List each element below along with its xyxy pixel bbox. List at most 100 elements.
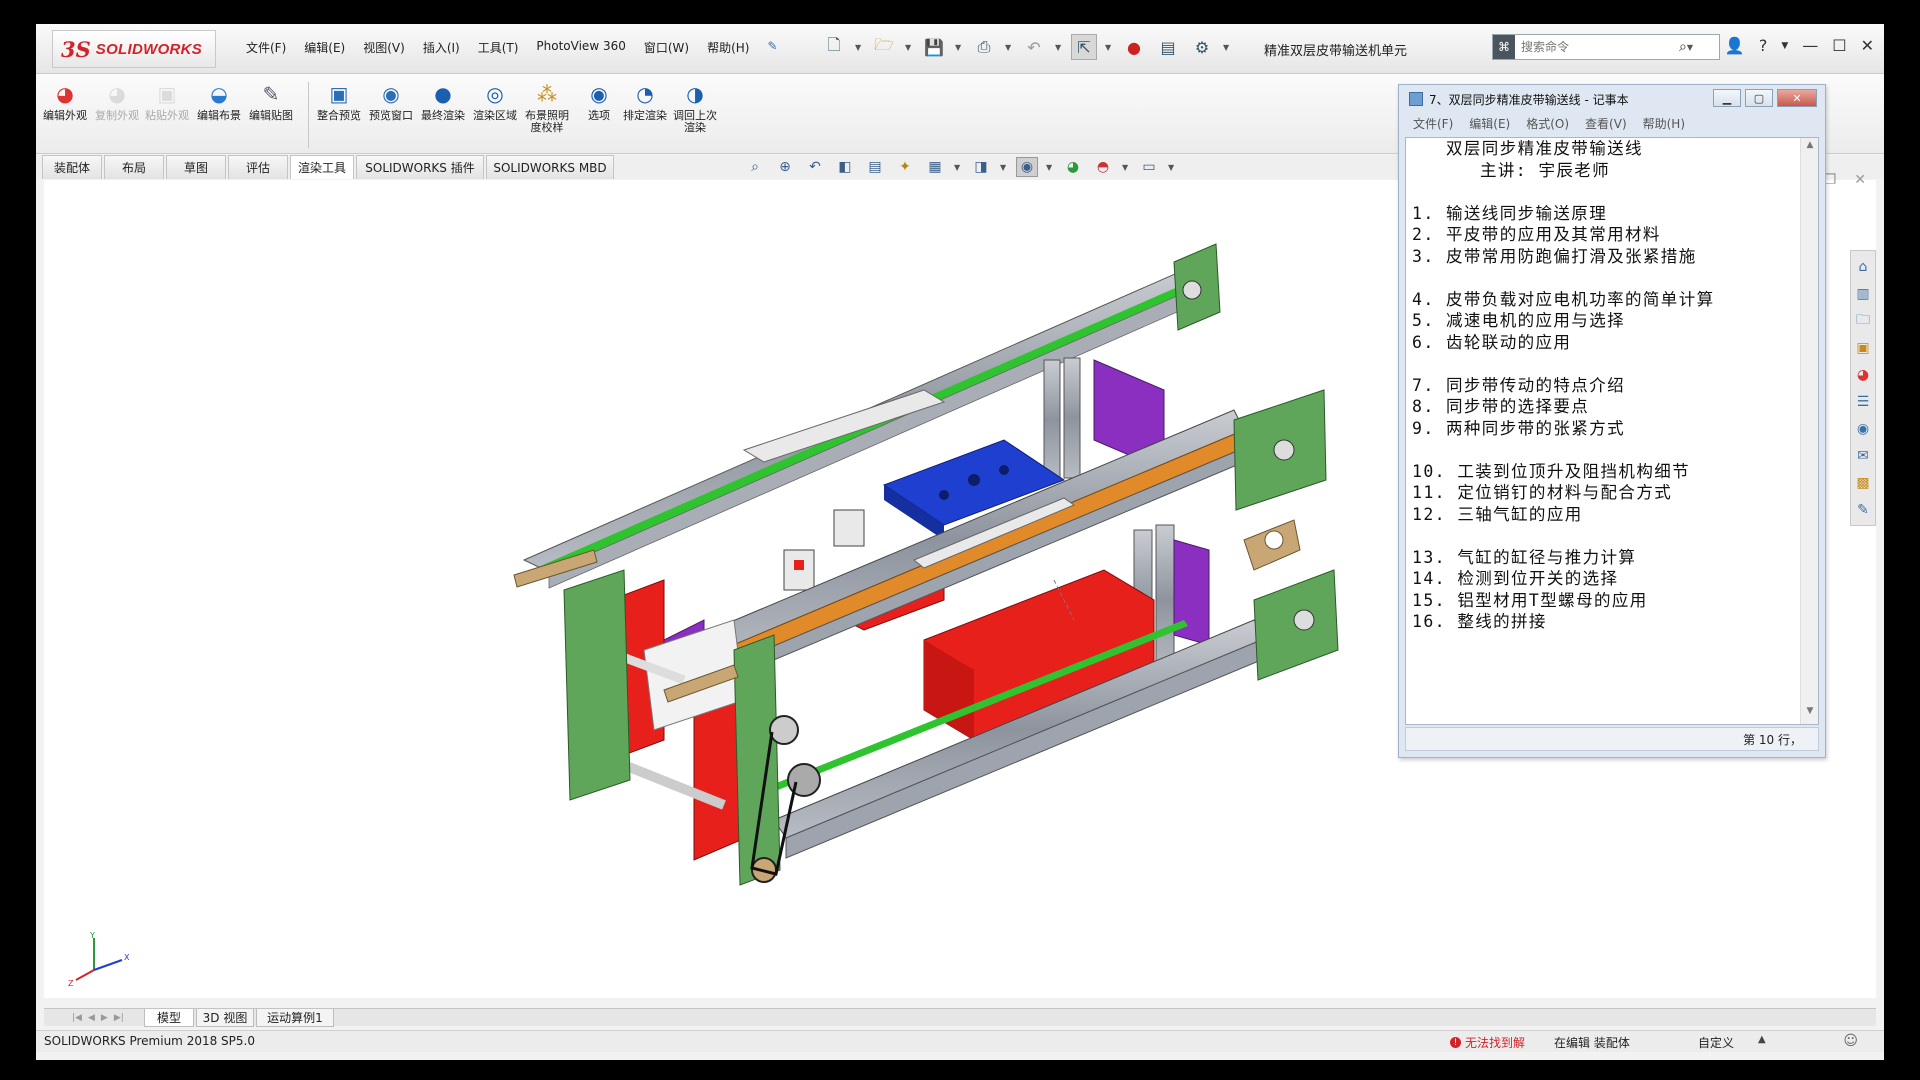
dynamic-annotation-icon[interactable]: ▤ <box>864 157 886 177</box>
close-icon[interactable]: ✕ <box>1861 36 1874 55</box>
notepad-menu-format[interactable]: 格式(O) <box>1526 115 1569 132</box>
dropdown-arrow-icon[interactable]: ▼ <box>954 163 962 172</box>
notepad-minimize-icon[interactable]: ▁ <box>1713 89 1741 107</box>
pin-icon[interactable]: ✎ <box>767 39 777 56</box>
first-tab-icon[interactable]: |◀ <box>72 1013 82 1023</box>
units-dropdown-icon[interactable]: ▲ <box>1758 1034 1766 1045</box>
open-folder-icon[interactable]: 🗁 <box>871 34 897 60</box>
preview-window-button[interactable]: ◉ 预览窗口 <box>368 80 414 122</box>
integrated-preview-button[interactable]: ▣ 整合预览 <box>316 80 362 122</box>
view-orientation-icon[interactable]: ✦ <box>894 157 916 177</box>
dropdown-arrow-icon[interactable]: ▼ <box>1223 43 1231 52</box>
undo-icon[interactable]: ↶ <box>1021 34 1047 60</box>
next-tab-icon[interactable]: ▶ <box>101 1013 108 1023</box>
menu-file[interactable]: 文件(F) <box>246 39 286 56</box>
options-gear-icon[interactable]: ⚙ <box>1189 34 1215 60</box>
dropdown-arrow-icon[interactable]: ▼ <box>1687 43 1695 52</box>
dropdown-arrow-icon[interactable]: ▼ <box>1055 43 1063 52</box>
dropdown-arrow-icon[interactable]: ▼ <box>1005 43 1013 52</box>
dropdown-arrow-icon[interactable]: ▼ <box>1105 43 1113 52</box>
dropdown-arrow-icon[interactable]: ▼ <box>905 43 913 52</box>
maximize-icon[interactable]: ☐ <box>1832 36 1846 55</box>
paste-appearance-button[interactable]: ▣ 粘贴外观 <box>144 80 190 122</box>
solidworks-forum-icon[interactable]: ◉ <box>1853 417 1873 440</box>
notepad-window[interactable]: 7、双层同步精准皮带输送线 - 记事本 ▁ ▢ ✕ 文件(F) 编辑(E) 格式… <box>1398 84 1826 758</box>
notepad-text-area[interactable]: 双层同步精准皮带输送线 主讲: 宇辰老师 1. 输送线同步输送原理 2. 平皮带的… <box>1405 137 1819 725</box>
menu-window[interactable]: 窗口(W) <box>644 39 689 56</box>
apply-scene-icon[interactable]: ◕ <box>1062 157 1084 177</box>
tab-solidworks-mbd[interactable]: SOLIDWORKS MBD <box>486 155 614 179</box>
hide-show-items-icon[interactable]: ◨ <box>970 157 992 177</box>
home-icon[interactable]: ⌂ <box>1853 255 1873 278</box>
edit-scene-button[interactable]: ◒ 编辑布景 <box>196 80 242 122</box>
zoom-to-area-icon[interactable]: ⊕ <box>774 157 796 177</box>
scroll-down-icon[interactable]: ▼ <box>1801 706 1818 722</box>
units-selector[interactable]: 自定义 <box>1698 1034 1734 1051</box>
tab-layout[interactable]: 布局 <box>104 155 164 179</box>
view-settings-icon[interactable]: ◓ <box>1092 157 1114 177</box>
menu-edit[interactable]: 编辑(E) <box>304 39 345 56</box>
save-icon[interactable]: 💾 <box>921 34 947 60</box>
notepad-menu-edit[interactable]: 编辑(E) <box>1469 115 1510 132</box>
edit-appearance-button[interactable]: ◕ 编辑外观 <box>42 80 88 122</box>
close-viewport-icon[interactable]: ✕ <box>1854 172 1866 188</box>
notepad-menu-help[interactable]: 帮助(H) <box>1643 115 1685 132</box>
toolbox-icon[interactable]: ✎ <box>1853 498 1873 521</box>
print-icon[interactable]: ⎙ <box>971 34 997 60</box>
menu-insert[interactable]: 插入(I) <box>423 39 460 56</box>
file-properties-icon[interactable]: ▤ <box>1155 34 1181 60</box>
section-view-icon[interactable]: ◧ <box>834 157 856 177</box>
tab-evaluate[interactable]: 评估 <box>228 155 288 179</box>
dropdown-arrow-icon[interactable]: ▼ <box>855 43 863 52</box>
tab-motion-study[interactable]: 运动算例1 <box>256 1009 334 1027</box>
file-explorer-icon[interactable]: ▣ <box>1853 336 1873 359</box>
help-dropdown-icon[interactable]: ▼ <box>1781 41 1788 51</box>
copy-appearance-button[interactable]: ◕ 复制外观 <box>94 80 140 122</box>
edit-decal-button[interactable]: ✎ 编辑贴图 <box>248 80 294 122</box>
prev-tab-icon[interactable]: ◀ <box>88 1013 95 1023</box>
schedule-render-button[interactable]: ◔ 排定渲染 <box>622 80 668 122</box>
display-style-icon[interactable]: ▦ <box>924 157 946 177</box>
edit-appearance-view-icon[interactable]: ◉ <box>1016 157 1038 177</box>
tab-sketch[interactable]: 草图 <box>166 155 226 179</box>
resources-icon[interactable]: ▥ <box>1853 282 1873 305</box>
traffic-light-rebuild-icon[interactable]: ● <box>1121 34 1147 60</box>
final-render-button[interactable]: ● 最终渲染 <box>420 80 466 122</box>
3dcontent-icon[interactable]: ▩ <box>1853 471 1873 494</box>
quick-tips-icon[interactable]: ☺ <box>1843 1033 1858 1049</box>
dropdown-arrow-icon[interactable]: ▼ <box>1046 163 1054 172</box>
tab-assembly[interactable]: 装配体 <box>42 155 102 179</box>
minimize-icon[interactable]: — <box>1802 36 1818 55</box>
display-pane-icon[interactable]: ▭ <box>1138 157 1160 177</box>
notepad-menu-view[interactable]: 查看(V) <box>1585 115 1627 132</box>
last-tab-icon[interactable]: ▶| <box>114 1013 124 1023</box>
scene-illumination-button[interactable]: ⁂ 布景照明度校样 <box>524 80 570 134</box>
render-region-button[interactable]: ◎ 渲染区域 <box>472 80 518 122</box>
search-commands-box[interactable]: ⌘ ⌕ ▼ <box>1492 34 1720 60</box>
dropdown-arrow-icon[interactable]: ▼ <box>1122 163 1130 172</box>
dropdown-arrow-icon[interactable]: ▼ <box>955 43 963 52</box>
notepad-menu-file[interactable]: 文件(F) <box>1413 115 1453 132</box>
user-icon[interactable]: 👤 <box>1725 36 1745 55</box>
menu-view[interactable]: 视图(V) <box>363 39 405 56</box>
rebuild-warning[interactable]: ! 无法找到解 <box>1450 1034 1525 1051</box>
notepad-close-icon[interactable]: ✕ <box>1777 89 1817 107</box>
previous-view-icon[interactable]: ↶ <box>804 157 826 177</box>
magnifier-icon[interactable]: ⌕ <box>1679 39 1687 55</box>
custom-properties-icon[interactable]: ☰ <box>1853 390 1873 413</box>
select-pointer-icon[interactable]: ⇱ <box>1071 34 1097 60</box>
notepad-scrollbar[interactable]: ▲ ▼ <box>1800 138 1818 724</box>
design-library-icon[interactable]: 🗀 <box>1853 309 1873 332</box>
view-palette-icon[interactable]: ✉ <box>1853 444 1873 467</box>
help-icon[interactable]: ? <box>1759 36 1768 55</box>
new-document-icon[interactable]: 🗋 <box>821 34 847 60</box>
tab-render-tools[interactable]: 渲染工具 <box>290 155 354 179</box>
appearances-icon[interactable]: ◕ <box>1853 363 1873 386</box>
recall-render-button[interactable]: ◑ 调回上次渲染 <box>672 80 718 134</box>
tab-3d-views[interactable]: 3D 视图 <box>196 1009 254 1027</box>
tab-model[interactable]: 模型 <box>144 1009 194 1027</box>
tab-solidworks-addins[interactable]: SOLIDWORKS 插件 <box>356 155 484 179</box>
menu-help[interactable]: 帮助(H) <box>707 39 749 56</box>
scroll-up-icon[interactable]: ▲ <box>1801 140 1818 156</box>
search-input[interactable] <box>1515 40 1675 54</box>
